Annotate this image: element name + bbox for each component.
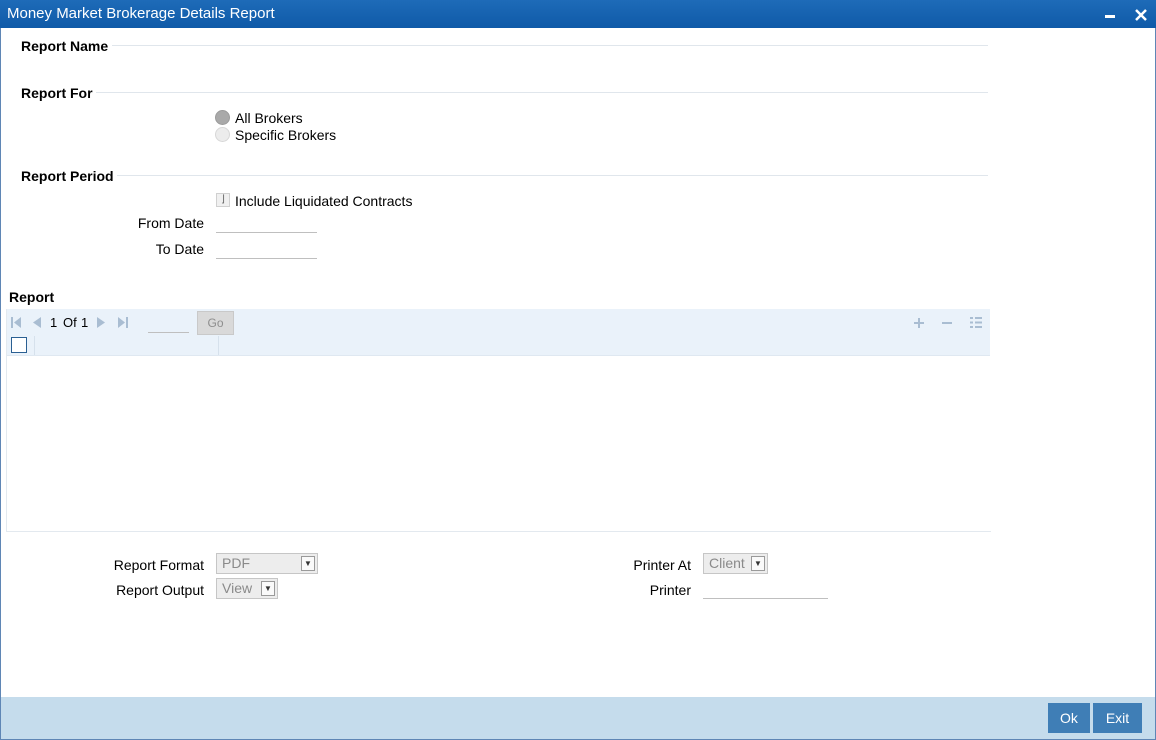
divider — [117, 175, 988, 176]
report-format-value: PDF — [222, 555, 250, 571]
close-button[interactable] — [1131, 3, 1151, 25]
page-total: 1 — [81, 315, 89, 330]
report-output-select[interactable]: View ▼ — [216, 578, 278, 599]
printer-at-value: Client — [709, 555, 745, 571]
single-view-icon[interactable] — [969, 316, 983, 329]
printer-at-label: Printer At — [633, 557, 691, 573]
next-page-icon[interactable] — [96, 316, 107, 329]
printer-label: Printer — [649, 582, 691, 598]
footer-bar — [1, 697, 1155, 739]
to-date-label: To Date — [155, 241, 204, 257]
minimize-icon — [1105, 15, 1115, 18]
ok-button[interactable]: Ok — [1048, 703, 1090, 733]
chevron-down-icon: ▼ — [751, 556, 765, 571]
page-number-input[interactable] — [148, 314, 189, 333]
close-icon — [1135, 9, 1147, 21]
delete-row-icon[interactable] — [941, 317, 953, 329]
to-date-input[interactable] — [216, 240, 317, 259]
all-brokers-radio[interactable] — [215, 110, 230, 125]
specific-brokers-label: Specific Brokers — [235, 127, 337, 143]
divider — [96, 92, 988, 93]
report-for-heading: Report For — [21, 85, 93, 101]
report-format-label: Report Format — [113, 557, 204, 573]
all-brokers-label: All Brokers — [235, 110, 303, 126]
report-format-select[interactable]: PDF ▼ — [216, 553, 318, 574]
go-button[interactable]: Go — [197, 311, 234, 335]
specific-brokers-radio[interactable] — [215, 127, 230, 142]
window-title: Money Market Brokerage Details Report — [7, 5, 275, 22]
report-output-label: Report Output — [116, 582, 204, 598]
column-divider — [218, 336, 219, 355]
printer-input[interactable] — [703, 580, 828, 599]
page-current: 1 — [50, 315, 58, 330]
include-liquidated-checkbox[interactable]: ⌋ — [216, 193, 230, 207]
minimize-button[interactable] — [1100, 3, 1120, 25]
chevron-down-icon: ▼ — [261, 581, 275, 596]
select-all-checkbox[interactable] — [11, 337, 27, 353]
exit-button[interactable]: Exit — [1093, 703, 1142, 733]
report-output-value: View — [222, 580, 253, 596]
include-liquidated-label: Include Liquidated Contracts — [235, 193, 413, 209]
check-mark-icon: ⌋ — [221, 194, 225, 205]
last-page-icon[interactable] — [117, 316, 129, 329]
title-bar: Money Market Brokerage Details Report — [0, 0, 1156, 28]
divider — [112, 45, 988, 46]
chevron-down-icon: ▼ — [301, 556, 315, 571]
from-date-label: From Date — [137, 215, 204, 231]
column-divider — [34, 336, 35, 355]
report-name-heading: Report Name — [21, 38, 109, 54]
grid-header-row — [7, 336, 990, 356]
first-page-icon[interactable] — [10, 316, 22, 329]
report-period-heading: Report Period — [21, 168, 114, 184]
previous-page-icon[interactable] — [31, 316, 42, 329]
add-row-icon[interactable] — [913, 317, 925, 329]
printer-at-select[interactable]: Client ▼ — [703, 553, 768, 574]
page-of-label: Of — [63, 315, 77, 330]
from-date-input[interactable] — [216, 214, 317, 233]
report-heading: Report — [9, 289, 55, 305]
